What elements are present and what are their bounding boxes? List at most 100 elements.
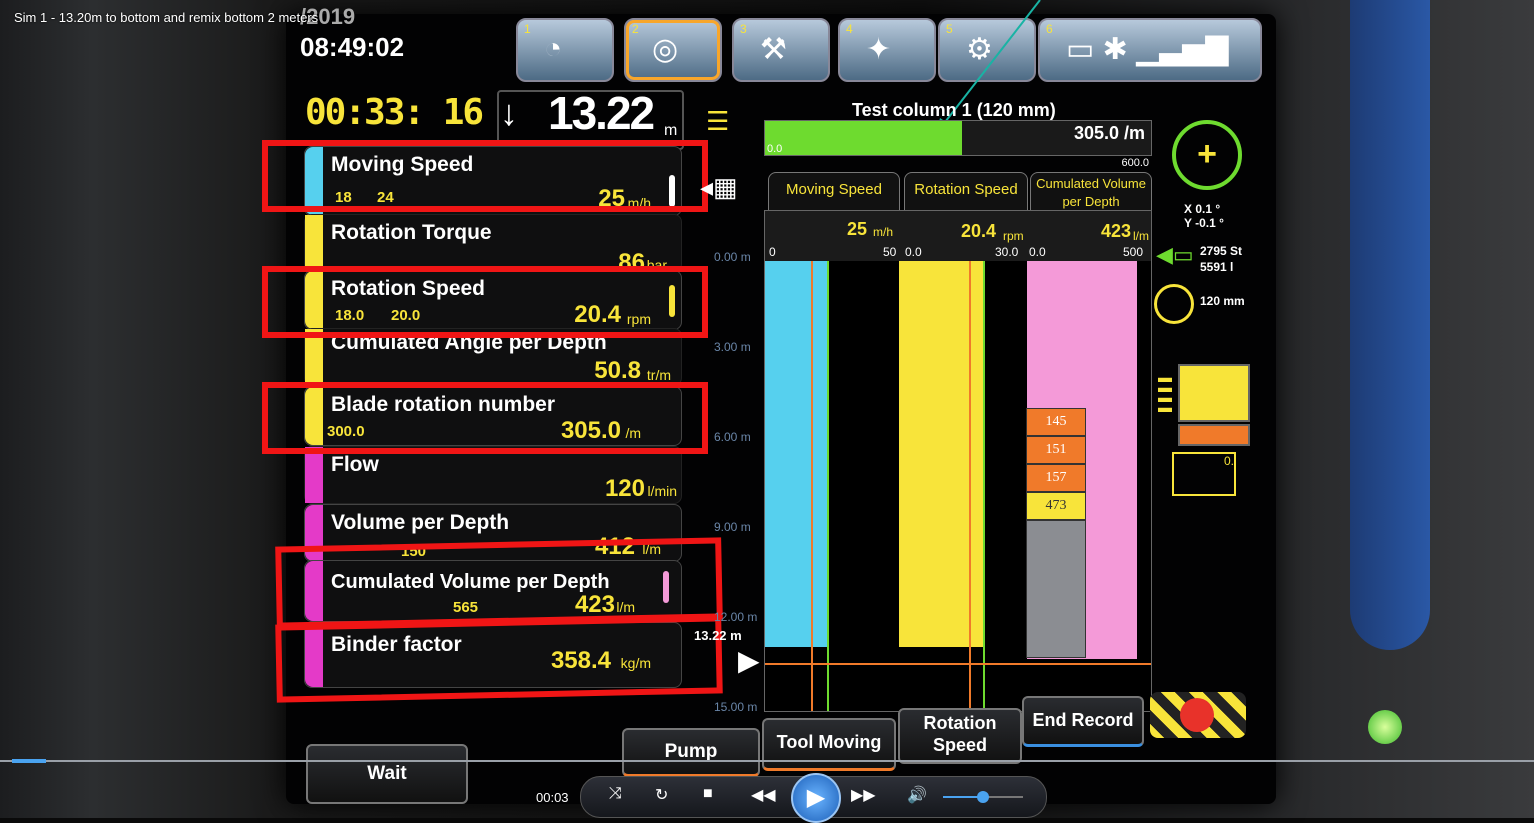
ms-max: 50 (883, 245, 897, 259)
highlight-rotation-speed (262, 266, 708, 338)
toolbar-btn-6[interactable]: 6 ▭ ✱ ▁▃▅▇ (1038, 18, 1262, 82)
current-depth-line (765, 663, 1151, 665)
volume-thumb[interactable] (977, 791, 989, 803)
cv-value: 423 (1101, 221, 1132, 241)
end-record-button[interactable]: End Record (1022, 696, 1144, 747)
pump-button[interactable]: Pump (622, 728, 760, 777)
cv-max: 500 (1123, 245, 1144, 259)
gauge-title: Test column 1 (120 mm) (852, 100, 1056, 120)
stop-button-icon[interactable]: ■ (703, 785, 713, 803)
tab-cumulated-volume[interactable]: Cumulated Volume per Depth (1030, 172, 1152, 214)
wait-button[interactable]: Wait (306, 744, 468, 804)
repeat-icon[interactable]: ↻ (655, 785, 668, 805)
volume-icon[interactable]: 🔊 (907, 785, 927, 805)
toolbar-btn-1[interactable]: 1 ◔ (516, 18, 614, 82)
cv-min: 0.0 (1029, 245, 1046, 259)
chart-header (765, 211, 1151, 261)
rs-unit: rpm (1003, 229, 1024, 243)
gauge-value: 305.0 /m (1073, 123, 1145, 143)
batch-icon: ◀▭ (1156, 242, 1194, 267)
pie-chart-icon: ◔ (544, 32, 563, 65)
gauge-bar: 305.0 /m 0.0 600.0 (764, 120, 1152, 169)
rs-max-line (983, 261, 985, 711)
toolbar-num: 3 (740, 22, 747, 36)
volume-cell: 473 (1026, 492, 1086, 520)
tool-moving-button[interactable]: Tool Moving (762, 718, 896, 771)
depth-tick: 9.00 m (714, 520, 751, 534)
tab-rotation-speed[interactable]: Rotation Speed (904, 172, 1028, 214)
down-arrow-icon: ↓ (500, 92, 518, 133)
tilt-x: X 0.1 ° (1184, 202, 1221, 216)
device-icon: ▭ ✱ ▁▃▅▇ (1066, 33, 1229, 66)
player-time: 00:03 (536, 790, 569, 805)
toolbar-btn-2[interactable]: 2 ◎ (624, 18, 722, 82)
volume-cell: 157 (1026, 464, 1086, 492)
highlight-cumulated-volume (275, 537, 723, 629)
shuffle-icon[interactable]: ⤨ (609, 785, 622, 803)
row-unit: tr/m (646, 367, 671, 383)
seek-bar[interactable] (0, 760, 1534, 762)
toolbar-num: 2 (632, 22, 639, 36)
tilt-y: Y -0.1 ° (1184, 216, 1224, 230)
rs-max: 30.0 (995, 245, 1019, 259)
stop-icon (1180, 698, 1214, 732)
highlight-binder-factor (275, 615, 723, 703)
depth-unit: m (664, 122, 678, 139)
count-liters: 5591 l (1200, 260, 1234, 274)
moving-speed-column (765, 261, 829, 647)
status-panel-orange[interactable] (1178, 424, 1250, 446)
row-label: Volume per Depth (331, 511, 510, 534)
emergency-stop-button[interactable] (1150, 692, 1246, 738)
row-rotation-torque[interactable]: Rotation Torque 86 bar (304, 214, 682, 276)
toolbar-btn-4[interactable]: 4 ✦ (838, 18, 936, 82)
volume-cells-empty (1026, 520, 1086, 658)
ms-min: 0 (769, 245, 776, 259)
next-icon[interactable]: ▶▶ (851, 785, 876, 805)
color-bar (305, 215, 323, 271)
gauge-max: 600.0 (1121, 157, 1149, 169)
highlight-blade-rotation (262, 382, 708, 454)
rotation-speed-button[interactable]: Rotation Speed (898, 708, 1022, 764)
keypad-icon[interactable]: 0. (1172, 452, 1236, 496)
rotation-speed-column (899, 261, 985, 647)
toolbar-num: 4 (846, 22, 853, 36)
depth-tick: 6.00 m (714, 430, 751, 444)
previous-icon[interactable]: ◀◀ (751, 785, 776, 805)
depth-pointer-icon: ▶ (738, 645, 760, 676)
row-value: 50.8 (594, 357, 641, 384)
diameter-icon (1154, 284, 1194, 324)
count-strokes: 2795 St (1200, 244, 1243, 258)
color-bar (305, 447, 323, 503)
target-icon: ◎ (652, 33, 679, 66)
highlight-moving-speed (262, 140, 708, 212)
rs-min: 0.0 (905, 245, 922, 259)
depth-chart: 25 m/h 0 50 20.4 rpm 0.0 30.0 423 l/m 0.… (764, 210, 1152, 712)
tab-moving-speed[interactable]: Moving Speed (768, 172, 900, 214)
clock-label: 08:49:02 (300, 32, 405, 62)
depth-value: 13.22 (548, 87, 655, 139)
elapsed-timer: 00:33: 16 (305, 92, 484, 133)
row-unit: l/min (647, 483, 677, 499)
play-icon[interactable]: ▶ (791, 773, 841, 823)
menu-icon[interactable]: ☰ (706, 106, 736, 136)
cv-unit: l/m (1133, 229, 1149, 243)
rs-value: 20.4 (961, 221, 997, 241)
ms-max-line (827, 261, 829, 711)
level-target-icon[interactable]: + (1172, 120, 1242, 190)
player-controls: ⤨ ↻ ■ ◀◀ ▶ ▶▶ 🔊 (580, 773, 1047, 823)
level-icon: ▬ ▬ ▬ ▬ (1158, 369, 1172, 415)
volume-cell: 145 (1026, 408, 1086, 436)
status-panel-yellow[interactable] (1178, 364, 1250, 422)
compass-icon: ✦ (866, 33, 892, 66)
depth-tick: 12.00 m (714, 610, 758, 624)
seek-progress (12, 759, 46, 763)
toolbar-btn-3[interactable]: 3 ⚒ (732, 18, 830, 82)
row-value: 120 (604, 475, 645, 502)
keypad-value: 0. (1223, 454, 1234, 468)
tab-scroll-icon[interactable]: ◂▦ (700, 172, 738, 203)
row-flow[interactable]: Flow 120 l/min (304, 446, 682, 504)
ruler-strip (1350, 0, 1430, 650)
depth-tick: 3.00 m (714, 340, 751, 354)
window-title: Sim 1 - 13.20m to bottom and remix botto… (14, 10, 319, 25)
row-label: Rotation Torque (331, 221, 492, 244)
